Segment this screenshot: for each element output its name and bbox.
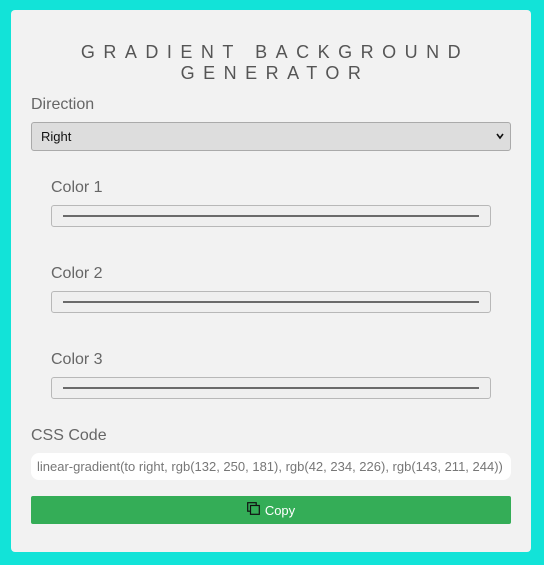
color-1-label: Color 1 — [51, 179, 103, 196]
color-2-picker[interactable] — [51, 291, 491, 313]
color-3-label: Color 3 — [51, 351, 103, 368]
color-3-picker[interactable] — [51, 377, 491, 399]
page-title: GRADIENT BACKGROUND GENERATOR — [80, 42, 470, 83]
copy-button[interactable]: Copy — [31, 496, 511, 524]
css-code-label: CSS Code — [31, 427, 107, 444]
color-1-swatch — [63, 215, 479, 217]
copy-button-label: Copy — [264, 502, 296, 518]
css-code-field[interactable]: linear-gradient(to right, rgb(132, 250, … — [31, 453, 511, 480]
copy-icon — [246, 502, 260, 515]
color-3-swatch — [63, 387, 479, 389]
direction-selected-value: Right — [41, 129, 72, 144]
direction-label: Direction — [31, 96, 95, 113]
color-2-label: Color 2 — [51, 265, 103, 282]
direction-select[interactable]: Right — [31, 122, 511, 151]
color-2-swatch — [63, 301, 479, 303]
generator-card: GRADIENT BACKGROUND GENERATOR Direction … — [11, 10, 531, 552]
color-1-picker[interactable] — [51, 205, 491, 227]
chevron-down-icon — [496, 133, 504, 140]
